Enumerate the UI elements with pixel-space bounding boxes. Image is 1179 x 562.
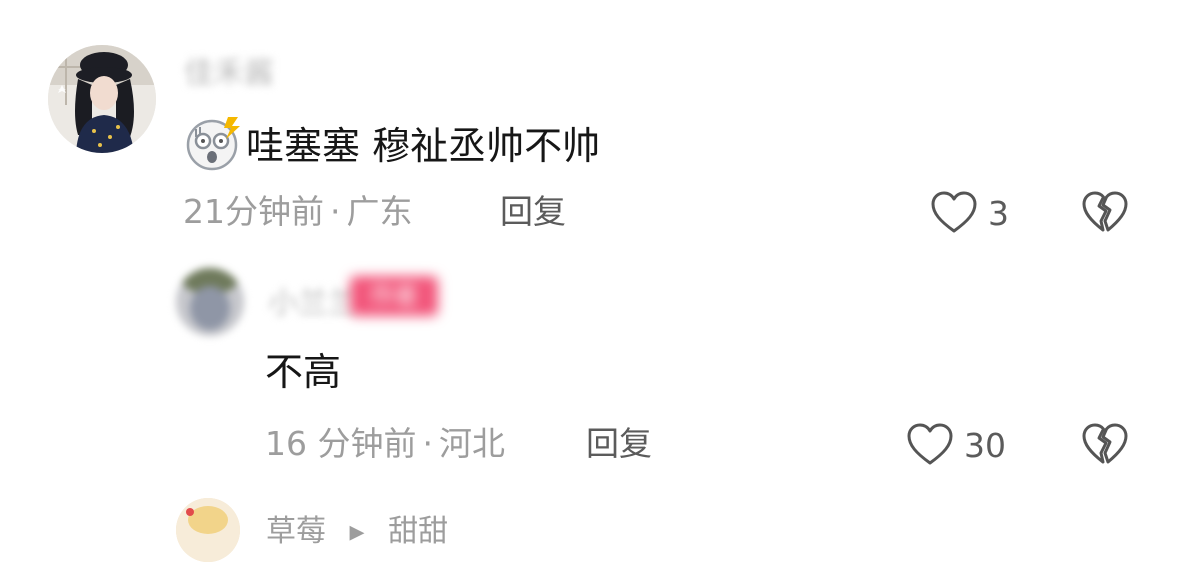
shocked-face-emoji-icon xyxy=(184,117,242,180)
comment-location: 广东 xyxy=(346,192,413,231)
author-badge: 作者 xyxy=(350,276,438,316)
avatar[interactable] xyxy=(176,498,240,562)
comment-text-content: 哇塞塞 穆祉丞帅不帅 xyxy=(246,124,601,168)
like-button[interactable]: 3 xyxy=(930,190,1009,238)
broken-heart-icon xyxy=(1081,191,1129,238)
comment-author-line: 草莓 ▸ 甜甜 xyxy=(266,506,448,550)
meta-separator: · xyxy=(422,424,433,463)
like-count: 3 xyxy=(988,194,1009,233)
comment-text: 不高 xyxy=(265,350,342,394)
author-badge-label: 作者 xyxy=(370,282,418,310)
heart-icon xyxy=(930,190,978,238)
heart-icon xyxy=(906,422,954,470)
avatar[interactable] xyxy=(176,268,244,336)
comment-location: 河北 xyxy=(438,424,505,463)
avatar-image xyxy=(176,268,244,336)
like-count: 30 xyxy=(964,426,1006,465)
comment-time: 16 分钟前 xyxy=(265,424,417,463)
comment-meta: 16 分钟前 · 河北 xyxy=(265,424,505,464)
dislike-button[interactable] xyxy=(1081,422,1129,470)
reply-arrow-icon: ▸ xyxy=(349,514,365,549)
comment-author[interactable]: 草莓 xyxy=(266,514,326,549)
comment-text: 哇塞塞 穆祉丞帅不帅 xyxy=(184,117,600,180)
comment-meta: 21分钟前 · 广东 xyxy=(183,192,413,232)
avatar[interactable] xyxy=(48,45,156,153)
avatar-image xyxy=(48,45,156,153)
reply-button[interactable]: 回复 xyxy=(586,424,652,464)
meta-separator: · xyxy=(330,192,341,231)
reply-to-author[interactable]: 甜甜 xyxy=(388,514,448,549)
comment-author[interactable]: 佳禾酱 xyxy=(184,48,274,92)
comment-author[interactable]: 小兰兰 xyxy=(268,278,358,322)
broken-heart-icon xyxy=(1081,423,1129,470)
comment-time: 21分钟前 xyxy=(183,192,324,231)
avatar-image xyxy=(176,498,240,562)
dislike-button[interactable] xyxy=(1081,190,1129,238)
reply-button[interactable]: 回复 xyxy=(500,192,566,232)
like-button[interactable]: 30 xyxy=(906,422,1006,470)
